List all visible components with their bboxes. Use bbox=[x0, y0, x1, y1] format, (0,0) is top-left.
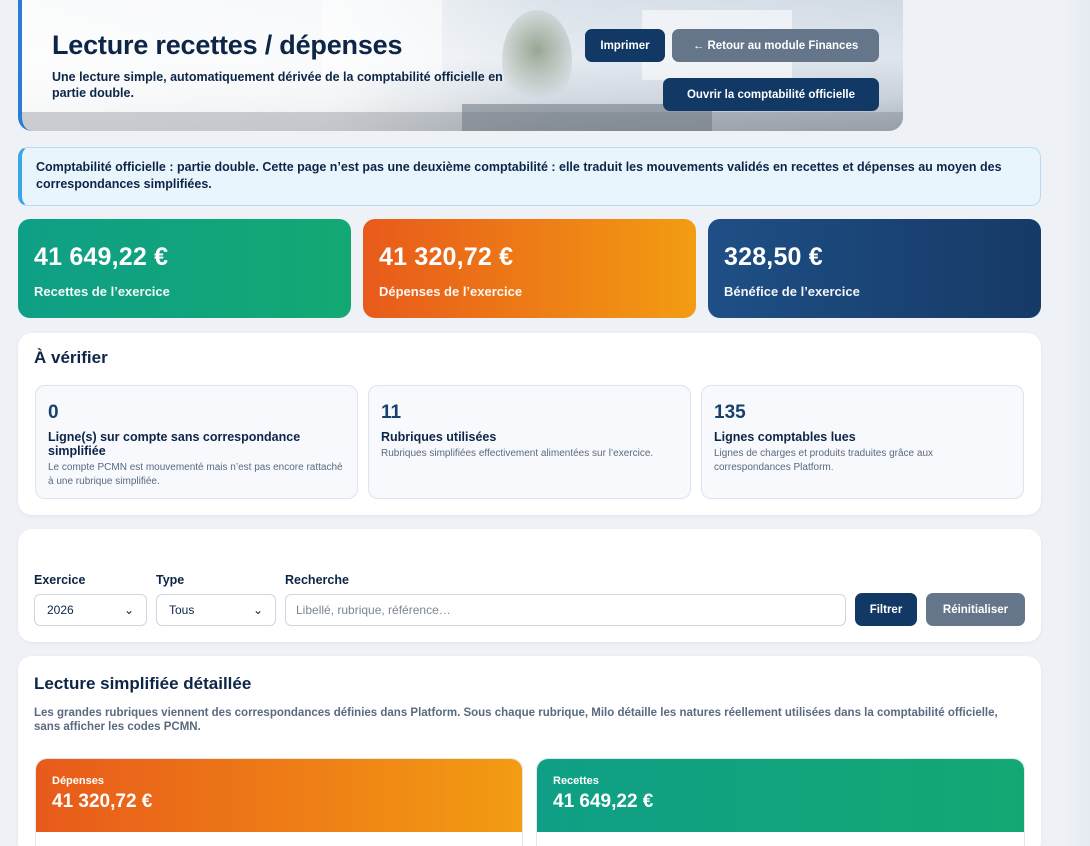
expenses-bucket: Dépenses 41 320,72 € bbox=[35, 758, 523, 846]
kpi-profit: 328,50 € Bénéfice de l’exercice bbox=[708, 219, 1041, 318]
page-title: Lecture recettes / dépenses bbox=[52, 30, 403, 60]
check-title: Ligne(s) sur compte sans correspondance … bbox=[48, 430, 301, 458]
check-description: Lignes de charges et produits traduites … bbox=[714, 448, 934, 473]
check-title: Lignes comptables lues bbox=[714, 430, 856, 444]
exercise-label: Exercice bbox=[34, 573, 86, 587]
check-number: 0 bbox=[48, 402, 59, 423]
chevron-down-icon: ⌄ bbox=[252, 603, 263, 617]
kpi-label: Bénéfice de l’exercice bbox=[724, 284, 860, 299]
page-subtitle: Une lecture simple, automatiquement déri… bbox=[52, 70, 503, 100]
reset-button[interactable]: Réinitialiser bbox=[926, 593, 1025, 626]
kpi-value: 41 649,22 € bbox=[34, 243, 169, 271]
open-official-accounting-button[interactable]: Ouvrir la comptabilité officielle bbox=[663, 78, 879, 111]
check-used-headings: 11 Rubriques utilisées Rubriques simplif… bbox=[368, 385, 691, 499]
page-header: Lecture recettes / dépenses Une lecture … bbox=[18, 0, 903, 131]
type-select[interactable]: Tous ⌄ bbox=[156, 594, 276, 626]
filter-form: Exercice 2026 ⌄ Type Tous ⌄ Recherche Fi… bbox=[18, 529, 1041, 642]
back-to-finances-button[interactable]: ← Retour au module Finances bbox=[672, 29, 879, 62]
detail-section: Lecture simplifiée détaillée Les grandes… bbox=[18, 656, 1041, 846]
check-number: 135 bbox=[714, 402, 746, 423]
kpi-income: 41 649,22 € Recettes de l’exercice bbox=[18, 219, 351, 318]
check-description: Le compte PCMN est mouvementé mais n’est… bbox=[48, 462, 343, 487]
check-description: Rubriques simplifiées effectivement alim… bbox=[381, 448, 654, 459]
exercise-select-value: 2026 bbox=[47, 603, 74, 617]
detail-description: Les grandes rubriques viennent des corre… bbox=[34, 707, 998, 733]
kpi-label: Dépenses de l’exercice bbox=[379, 284, 523, 299]
check-unmapped-lines: 0 Ligne(s) sur compte sans correspondanc… bbox=[35, 385, 358, 499]
detail-title: Lecture simplifiée détaillée bbox=[34, 674, 252, 693]
search-label: Recherche bbox=[285, 573, 349, 587]
bucket-label: Dépenses bbox=[52, 775, 104, 787]
kpi-expenses: 41 320,72 € Dépenses de l’exercice bbox=[363, 219, 696, 318]
chevron-down-icon: ⌄ bbox=[123, 603, 134, 617]
verify-title: À vérifier bbox=[34, 348, 108, 367]
kpi-value: 41 320,72 € bbox=[379, 243, 514, 271]
info-banner: Comptabilité officielle : partie double.… bbox=[18, 147, 1041, 206]
search-input[interactable] bbox=[285, 594, 846, 626]
check-number: 11 bbox=[381, 402, 402, 423]
income-bucket-header: Recettes 41 649,22 € bbox=[537, 759, 1024, 832]
verify-section: À vérifier 0 Ligne(s) sur compte sans co… bbox=[18, 333, 1041, 515]
check-title: Rubriques utilisées bbox=[381, 430, 497, 444]
exercise-select[interactable]: 2026 ⌄ bbox=[34, 594, 147, 626]
kpi-value: 328,50 € bbox=[724, 243, 823, 271]
type-select-value: Tous bbox=[169, 603, 195, 617]
bucket-label: Recettes bbox=[553, 775, 599, 787]
filter-button[interactable]: Filtrer bbox=[855, 593, 917, 626]
print-button[interactable]: Imprimer bbox=[585, 29, 665, 62]
check-lines-read: 135 Lignes comptables lues Lignes de cha… bbox=[701, 385, 1024, 499]
bucket-value: 41 649,22 € bbox=[553, 791, 654, 812]
page-edge bbox=[1066, 0, 1090, 846]
income-bucket: Recettes 41 649,22 € bbox=[536, 758, 1025, 846]
type-label: Type bbox=[156, 573, 185, 587]
kpi-label: Recettes de l’exercice bbox=[34, 284, 170, 299]
bucket-value: 41 320,72 € bbox=[52, 791, 153, 812]
header-background-photo bbox=[22, 0, 903, 131]
expenses-bucket-header: Dépenses 41 320,72 € bbox=[36, 759, 522, 832]
